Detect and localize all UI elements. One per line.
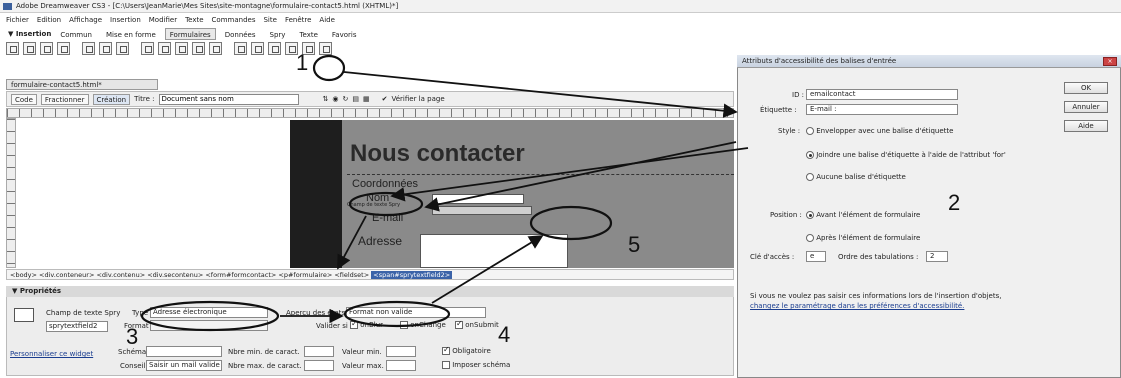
annotation-overlay (140, 54, 749, 332)
arrow-dialog-to-email (424, 141, 737, 212)
arrow-spry-to-tagselector (337, 215, 367, 270)
annotation-number-1: 1 (296, 50, 309, 75)
annotation-number-3: 3 (126, 324, 139, 349)
arrow-dialog-to-spry-tag (390, 147, 749, 202)
arrow-4-to-5 (431, 235, 544, 304)
annotation-number-4: 4 (498, 322, 511, 347)
highlight-ellipse-1 (312, 54, 346, 82)
annotation-number-2: 2 (948, 190, 961, 215)
highlight-ellipse-spry-tag (348, 191, 424, 217)
highlight-ellipse-5 (529, 205, 613, 241)
annotation-number-5: 5 (628, 232, 641, 257)
highlight-ellipse-3 (140, 300, 280, 332)
arrow-1-to-dialog (343, 71, 738, 118)
highlight-ellipse-4 (343, 300, 451, 328)
